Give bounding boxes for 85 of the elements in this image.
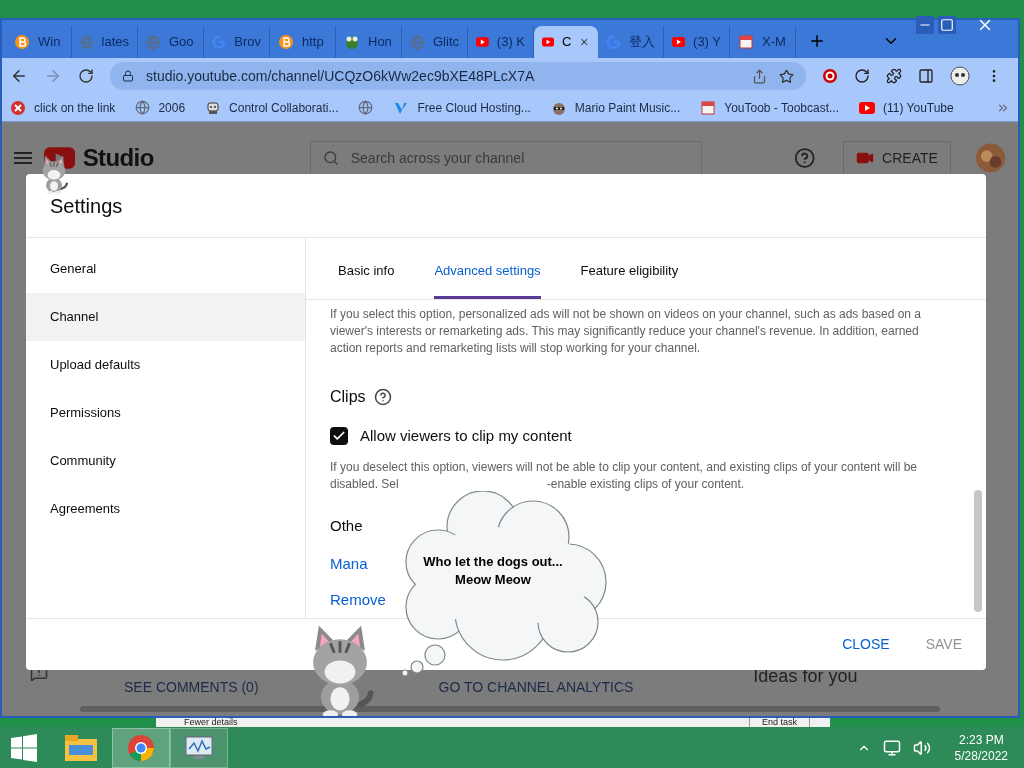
checkbox-label: Allow viewers to clip my content xyxy=(360,426,572,446)
bookmark-link[interactable]: 2006 xyxy=(158,98,186,117)
globe-icon xyxy=(135,100,151,115)
bookmark-link[interactable]: YouToob - Toobcast... xyxy=(724,98,839,117)
play-logo-icon xyxy=(542,36,555,48)
windows-start-icon[interactable] xyxy=(10,733,38,762)
channel-avatar-icon[interactable] xyxy=(974,142,1006,174)
settings-nav-item[interactable]: Agreements xyxy=(26,485,305,533)
settings-link[interactable]: Mana xyxy=(330,553,368,576)
extensions-icon[interactable] xyxy=(886,68,902,84)
side-panel-icon[interactable] xyxy=(918,68,934,84)
dialog-title: Settings xyxy=(50,193,123,219)
search-icon xyxy=(322,150,339,166)
volume-icon[interactable] xyxy=(912,738,931,757)
clips-heading: Clips xyxy=(330,387,366,407)
thought-text: Meow Meow xyxy=(455,571,531,589)
profile-avatar-icon[interactable] xyxy=(950,66,970,86)
browser-tab[interactable]: C xyxy=(534,26,598,58)
network-icon[interactable] xyxy=(882,738,901,757)
channel-analytics-link[interactable]: GO TO CHANNEL ANALYTICS xyxy=(438,677,634,698)
coin-icon xyxy=(278,34,294,50)
minimize-icon[interactable] xyxy=(916,16,934,34)
maximize-icon[interactable] xyxy=(938,16,956,34)
bookmark-link[interactable]: (11) YouTube xyxy=(883,98,954,117)
thought-text: Who let the dogs out... xyxy=(423,553,563,571)
studio-logo-text: Studio xyxy=(82,143,154,173)
globe-icon xyxy=(358,100,374,115)
address-bar[interactable]: studio.youtube.com/channel/UCQzO6kWw2ec9bXE48PLcX7A xyxy=(110,62,806,90)
help-icon[interactable] xyxy=(793,147,816,169)
bookmark-link[interactable]: Mario Paint Music... xyxy=(574,98,681,117)
play-logo-icon xyxy=(672,36,686,48)
bookmark-star-icon[interactable] xyxy=(779,68,794,84)
clips-description: If you deselect this option, viewers will not be able to clip your content, and existing clips of your content will be xyxy=(330,458,918,476)
bookmark-link[interactable]: Free Cloud Hosting... xyxy=(417,98,531,117)
page-icon xyxy=(700,99,717,116)
refresh-extension-icon[interactable] xyxy=(854,68,870,84)
help-icon[interactable] xyxy=(373,388,392,406)
settings-nav-item[interactable]: Channel xyxy=(26,293,305,341)
globe-icon xyxy=(410,34,425,50)
settings-tab[interactable]: Basic info xyxy=(338,260,395,299)
taskbar-app-button[interactable] xyxy=(112,727,170,768)
globe-icon xyxy=(80,34,94,50)
settings-nav-item[interactable]: Permissions xyxy=(26,389,305,437)
settings-nav-item[interactable]: Community xyxy=(26,437,305,485)
bookmark-link[interactable]: click on the link xyxy=(34,98,116,117)
play-logo-icon xyxy=(476,36,489,48)
horizontal-scrollbar[interactable] xyxy=(80,706,940,712)
ideas-heading: Ideas for you xyxy=(753,666,858,686)
reload-icon[interactable] xyxy=(78,68,94,84)
clock-date[interactable]: 5/28/2022 xyxy=(954,747,1008,764)
folder-icon[interactable] xyxy=(64,732,98,763)
other-heading: Othe xyxy=(330,515,363,536)
back-icon[interactable] xyxy=(10,67,28,85)
error-icon xyxy=(10,99,26,116)
see-comments-link[interactable]: SEE COMMENTS (0) xyxy=(124,677,259,698)
globe-icon xyxy=(146,34,161,50)
lock-icon xyxy=(122,70,134,82)
clip-checkbox[interactable] xyxy=(330,427,348,446)
coin-icon xyxy=(14,34,30,50)
monitor-chart-icon xyxy=(184,734,214,761)
bookmark-link[interactable]: Control Collaborati... xyxy=(229,98,339,117)
share-icon[interactable] xyxy=(752,68,767,84)
clips-description: -enable existing clips of your content. xyxy=(546,475,745,493)
settings-link[interactable]: Remove xyxy=(330,588,386,611)
fewer-details-link[interactable]: Fewer details xyxy=(184,718,238,727)
ads-description: If you select this option, personalized ads will not be shown on videos on your channel, such as ads based on a viewer's interests or remarketing ads. This may significantly reduce your channel's revenue. In addition, earned action reports and remarketing lists will stop working for your channel. xyxy=(330,306,923,357)
g-logo-icon xyxy=(212,34,227,50)
frog-icon xyxy=(344,34,360,50)
settings-nav-item[interactable]: General xyxy=(26,245,305,293)
chrome-logo-icon xyxy=(127,733,155,762)
g-logo-icon xyxy=(606,34,621,50)
vertical-scrollbar[interactable] xyxy=(974,490,982,612)
robot-icon xyxy=(205,99,222,116)
clock-time[interactable]: 2:23 PM xyxy=(958,731,1004,748)
settings-tab[interactable]: Advanced settings xyxy=(434,260,541,299)
close-button[interactable]: CLOSE xyxy=(842,634,890,655)
settings-tab[interactable]: Feature eligibility xyxy=(580,260,679,299)
page-icon xyxy=(738,34,754,50)
target-icon[interactable] xyxy=(822,68,838,84)
settings-nav-item[interactable]: Upload defaults xyxy=(26,341,305,389)
clips-description: disabled. Sel xyxy=(330,475,399,493)
play-logo-icon xyxy=(859,101,875,114)
taskbar-app-button[interactable] xyxy=(170,727,228,768)
url-text: studio.youtube.com/channel/UCQzO6kWw2ec9bXE48PLcX7A xyxy=(146,66,535,86)
new-tab-icon[interactable] xyxy=(808,32,826,50)
